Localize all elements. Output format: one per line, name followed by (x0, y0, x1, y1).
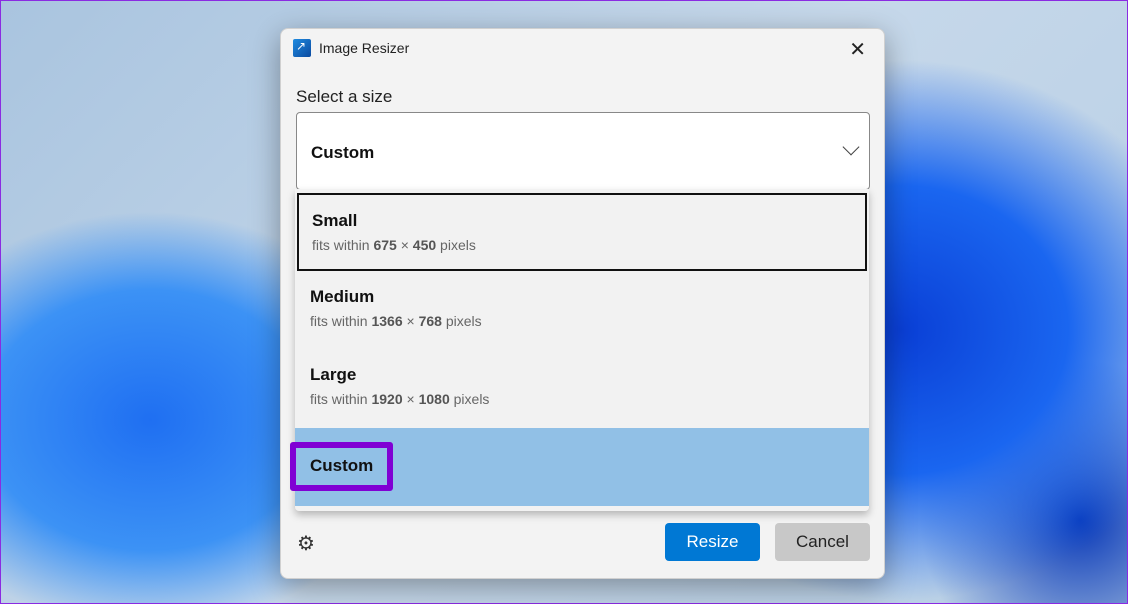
resize-button[interactable]: Resize (665, 523, 760, 561)
image-resizer-dialog: Image Resizer ✕ Select a size Custom Sma… (280, 28, 885, 579)
option-name: Medium (310, 287, 375, 306)
close-button[interactable]: ✕ (849, 37, 866, 62)
option-large[interactable]: Large fits within 1920 × 1080 pixels (297, 349, 867, 427)
chevron-down-icon (842, 138, 860, 156)
cancel-button[interactable]: Cancel (775, 523, 870, 561)
window-title: Image Resizer (319, 40, 410, 56)
title-bar: Image Resizer (293, 39, 409, 57)
size-label: Select a size (296, 87, 393, 106)
highlight-box (290, 442, 393, 491)
option-description: fits within 675 × 450 pixels (312, 237, 476, 253)
settings-gear-icon[interactable]: ⚙ (297, 531, 315, 556)
option-medium[interactable]: Medium fits within 1366 × 768 pixels (297, 271, 867, 349)
option-name: Large (310, 365, 357, 384)
option-description: fits within 1920 × 1080 pixels (310, 391, 490, 407)
option-custom[interactable]: Custom (290, 428, 869, 506)
option-name: Small (312, 211, 358, 230)
size-select-value: Custom (311, 143, 375, 162)
size-dropdown-list: Small fits within 675 × 450 pixels Mediu… (290, 189, 869, 511)
option-description: fits within 1366 × 768 pixels (310, 313, 482, 329)
app-icon (293, 39, 311, 57)
option-small[interactable]: Small fits within 675 × 450 pixels (297, 193, 867, 271)
size-select[interactable]: Custom (296, 112, 870, 190)
